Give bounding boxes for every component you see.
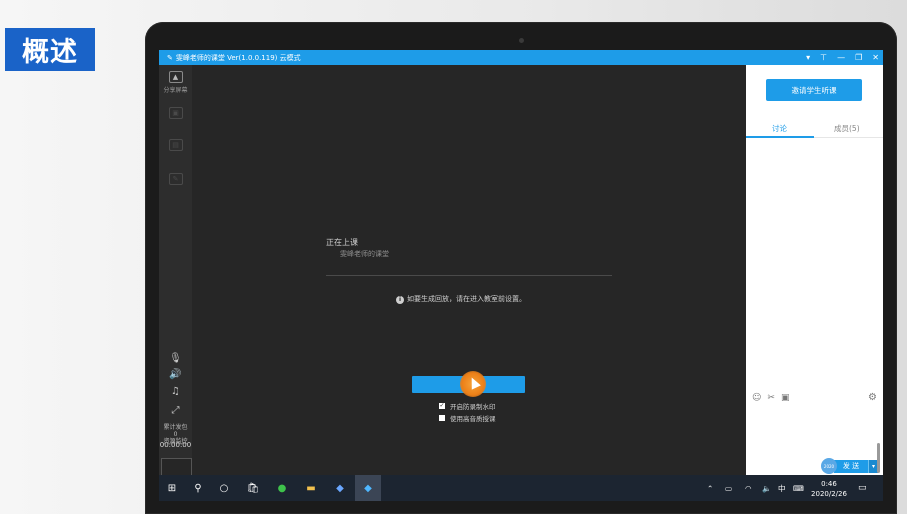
section-tag: 概述 bbox=[5, 28, 95, 71]
watermark-option[interactable]: ✓ 开启防录制水印 bbox=[439, 401, 496, 411]
store-icon[interactable]: 🛍 bbox=[240, 475, 266, 501]
fullscreen-icon[interactable]: ⤢ bbox=[159, 405, 192, 416]
watermark-checkbox[interactable]: ✓ bbox=[439, 403, 445, 409]
webcam bbox=[519, 38, 524, 43]
invite-students-button[interactable]: 邀请学生听课 bbox=[766, 79, 862, 101]
image-icon[interactable]: ▣ bbox=[781, 393, 790, 403]
user-badge: 2020 bbox=[821, 458, 837, 474]
divider bbox=[326, 275, 612, 276]
scissors-icon[interactable]: ✂ bbox=[767, 393, 775, 403]
class-name: 雯峰老师的课堂 bbox=[340, 250, 389, 258]
share-screen-icon: ▲ bbox=[168, 71, 183, 83]
ime-indicator[interactable]: 中 bbox=[778, 475, 786, 501]
send-button[interactable]: 发 送 bbox=[834, 459, 868, 473]
share-screen-label: 分享屏幕 bbox=[163, 87, 188, 94]
minimize-icon[interactable]: — bbox=[837, 53, 845, 62]
app-a-icon[interactable]: ◆ bbox=[327, 475, 353, 501]
input-method-icon[interactable]: ⌨ bbox=[793, 475, 804, 501]
info-icon: i bbox=[396, 296, 404, 304]
clock-date: 2020/2/26 bbox=[811, 490, 847, 498]
classroom-app-icon[interactable]: ◆ bbox=[355, 475, 381, 501]
windows-taskbar: ⊞ ⚲ ○ 🛍 ● ▬ ◆ ◆ ⌃ ▭ ◠ 🔈 中 ⌨ 0:46 2020/2/… bbox=[159, 475, 883, 501]
task-view-icon[interactable]: ○ bbox=[211, 475, 237, 501]
folder-icon[interactable]: ▬ bbox=[298, 475, 324, 501]
dropdown-icon[interactable]: ▾ bbox=[806, 53, 810, 62]
camera-icon: ▣ bbox=[168, 107, 183, 119]
status-title: 正在上课 bbox=[326, 238, 358, 247]
search-icon[interactable]: ⚲ bbox=[185, 475, 211, 501]
preview-box bbox=[161, 458, 192, 476]
watermark-label: 开启防录制水印 bbox=[450, 403, 496, 411]
replay-tip: i 如要生成回放，请在进入教室前设置。 bbox=[396, 294, 526, 304]
microphone-icon[interactable]: 🎙 bbox=[159, 353, 192, 364]
tip-text: 如要生成回放，请在进入教室前设置。 bbox=[407, 295, 526, 303]
emoji-icon[interactable]: ☺ bbox=[752, 393, 761, 403]
restore-icon[interactable]: ❐ bbox=[855, 53, 862, 62]
pin-icon[interactable]: ⊤ bbox=[820, 53, 827, 62]
tab-members[interactable]: 成员(5) bbox=[834, 123, 860, 134]
app-screen: ✎ 雯峰老师的课堂 Ver(1.0.0.119) 云模式 ▾ ⊤ — ❐ ✕ ▲… bbox=[159, 50, 883, 501]
speaker-icon[interactable]: 🔊 bbox=[159, 369, 192, 380]
start-windows-icon[interactable]: ⊞ bbox=[159, 475, 185, 501]
cumulative-label: 累计发包 bbox=[163, 424, 188, 431]
battery-icon[interactable]: ▭ bbox=[725, 475, 732, 501]
chat-toolbar: ☺ ✂ ▣ bbox=[752, 393, 789, 403]
hq-audio-option[interactable]: 使用高音质授课 bbox=[439, 413, 496, 423]
close-icon[interactable]: ✕ bbox=[872, 53, 879, 62]
wifi-icon[interactable]: ◠ bbox=[745, 475, 752, 501]
settings-gear-icon[interactable]: ⚙ bbox=[868, 392, 877, 403]
right-panel: 邀请学生听课 讨论 成员(5) ☺ ✂ ▣ ⚙ 2020 发 送 ▾ bbox=[746, 65, 883, 475]
invite-label: 邀请学生听课 bbox=[791, 85, 837, 95]
chat-scrollbar[interactable] bbox=[877, 443, 880, 473]
hq-audio-checkbox[interactable] bbox=[439, 415, 445, 421]
tray-chevron-icon[interactable]: ⌃ bbox=[707, 475, 713, 501]
title-bar: ✎ 雯峰老师的课堂 Ver(1.0.0.119) 云模式 ▾ ⊤ — ❐ ✕ bbox=[159, 50, 883, 65]
music-icon[interactable]: ♫ bbox=[159, 386, 192, 397]
clock-time: 0:46 bbox=[821, 480, 837, 488]
whiteboard-button[interactable]: ✎ bbox=[159, 173, 192, 187]
app-logo-icon: ✎ bbox=[167, 53, 173, 62]
window-title: 雯峰老师的课堂 Ver(1.0.0.119) 云模式 bbox=[175, 53, 301, 62]
volume-icon[interactable]: 🔈 bbox=[762, 475, 771, 501]
whiteboard-icon: ✎ bbox=[168, 173, 183, 185]
monitor-label[interactable]: 资源监控 bbox=[159, 438, 192, 445]
active-tab-indicator bbox=[746, 136, 814, 138]
send-controls: 2020 发 送 ▾ bbox=[821, 458, 878, 474]
left-toolbar: ▲ 分享屏幕 ▣ ▤ ✎ 🎙 🔊 ♫ ⤢ 00:00:00 累计发包 0 资源监… bbox=[159, 65, 192, 475]
cumulative-value: 0 bbox=[173, 431, 178, 438]
hq-audio-label: 使用高音质授课 bbox=[450, 415, 496, 423]
camera-button[interactable]: ▣ bbox=[159, 107, 192, 121]
notification-icon[interactable]: ▭ bbox=[858, 475, 867, 501]
window-controls: ▾ ⊤ — ❐ ✕ bbox=[806, 50, 879, 65]
classroom-stage: 正在上课 雯峰老师的课堂 i如要生成回放，请在进入教室前设置。 上 ✓ 开启防录… bbox=[192, 65, 746, 475]
share-screen-button[interactable]: ▲ 分享屏幕 bbox=[159, 71, 192, 94]
courseware-button[interactable]: ▤ bbox=[159, 139, 192, 153]
browser-icon[interactable]: ● bbox=[269, 475, 295, 501]
tab-discussion[interactable]: 讨论 bbox=[772, 123, 787, 134]
courseware-icon: ▤ bbox=[168, 139, 183, 151]
taskbar-clock[interactable]: 0:46 2020/2/26 bbox=[808, 479, 850, 499]
